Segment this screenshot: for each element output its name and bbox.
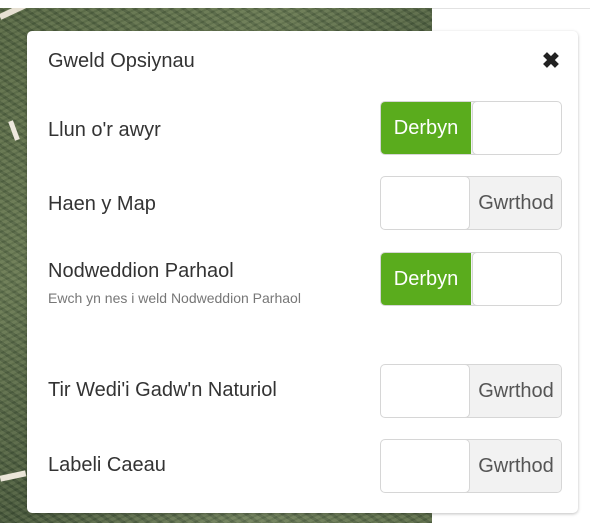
toggle-map-layer[interactable]: Gwrthod	[380, 176, 562, 230]
option-label-aerial-photo: Llun o'r awyr	[48, 119, 161, 141]
toggle-natural-land[interactable]: Gwrthod	[380, 364, 562, 418]
toggle-off-label: Gwrthod	[471, 440, 561, 492]
toggle-handle[interactable]	[472, 253, 561, 305]
toggle-on-label: Derbyn	[381, 253, 471, 305]
option-label-field-labels: Labeli Caeau	[48, 454, 166, 476]
option-hint-permanent-features: Ewch yn nes i weld Nodweddion Parhaol	[48, 290, 301, 306]
toggle-permanent-features[interactable]: Derbyn	[380, 252, 562, 306]
toggle-handle[interactable]	[381, 365, 470, 417]
toggle-field-labels[interactable]: Gwrthod	[380, 439, 562, 493]
toggle-handle[interactable]	[381, 177, 470, 229]
dialog-title: Gweld Opsiynau	[48, 50, 195, 72]
view-options-dialog: Gweld Opsiynau ✖ Llun o'r awyr Derbyn Ha…	[27, 31, 578, 513]
option-label-map-layer: Haen y Map	[48, 193, 156, 215]
toggle-off-label: Gwrthod	[471, 365, 561, 417]
map-road	[8, 120, 20, 141]
toggle-handle[interactable]	[381, 440, 470, 492]
toggle-off-label: Gwrthod	[471, 177, 561, 229]
close-icon[interactable]: ✖	[540, 49, 562, 73]
divider	[432, 8, 590, 9]
screen: Gweld Opsiynau ✖ Llun o'r awyr Derbyn Ha…	[0, 0, 590, 523]
option-label-permanent-features: Nodweddion Parhaol	[48, 260, 234, 282]
map-road	[0, 470, 27, 482]
toggle-on-label: Derbyn	[381, 102, 471, 154]
dialog-header: Gweld Opsiynau ✖	[48, 49, 564, 73]
map-road	[0, 8, 34, 20]
toggle-aerial-photo[interactable]: Derbyn	[380, 101, 562, 155]
option-label-natural-land: Tir Wedi'i Gadw'n Naturiol	[48, 379, 277, 401]
toggle-handle[interactable]	[472, 102, 561, 154]
